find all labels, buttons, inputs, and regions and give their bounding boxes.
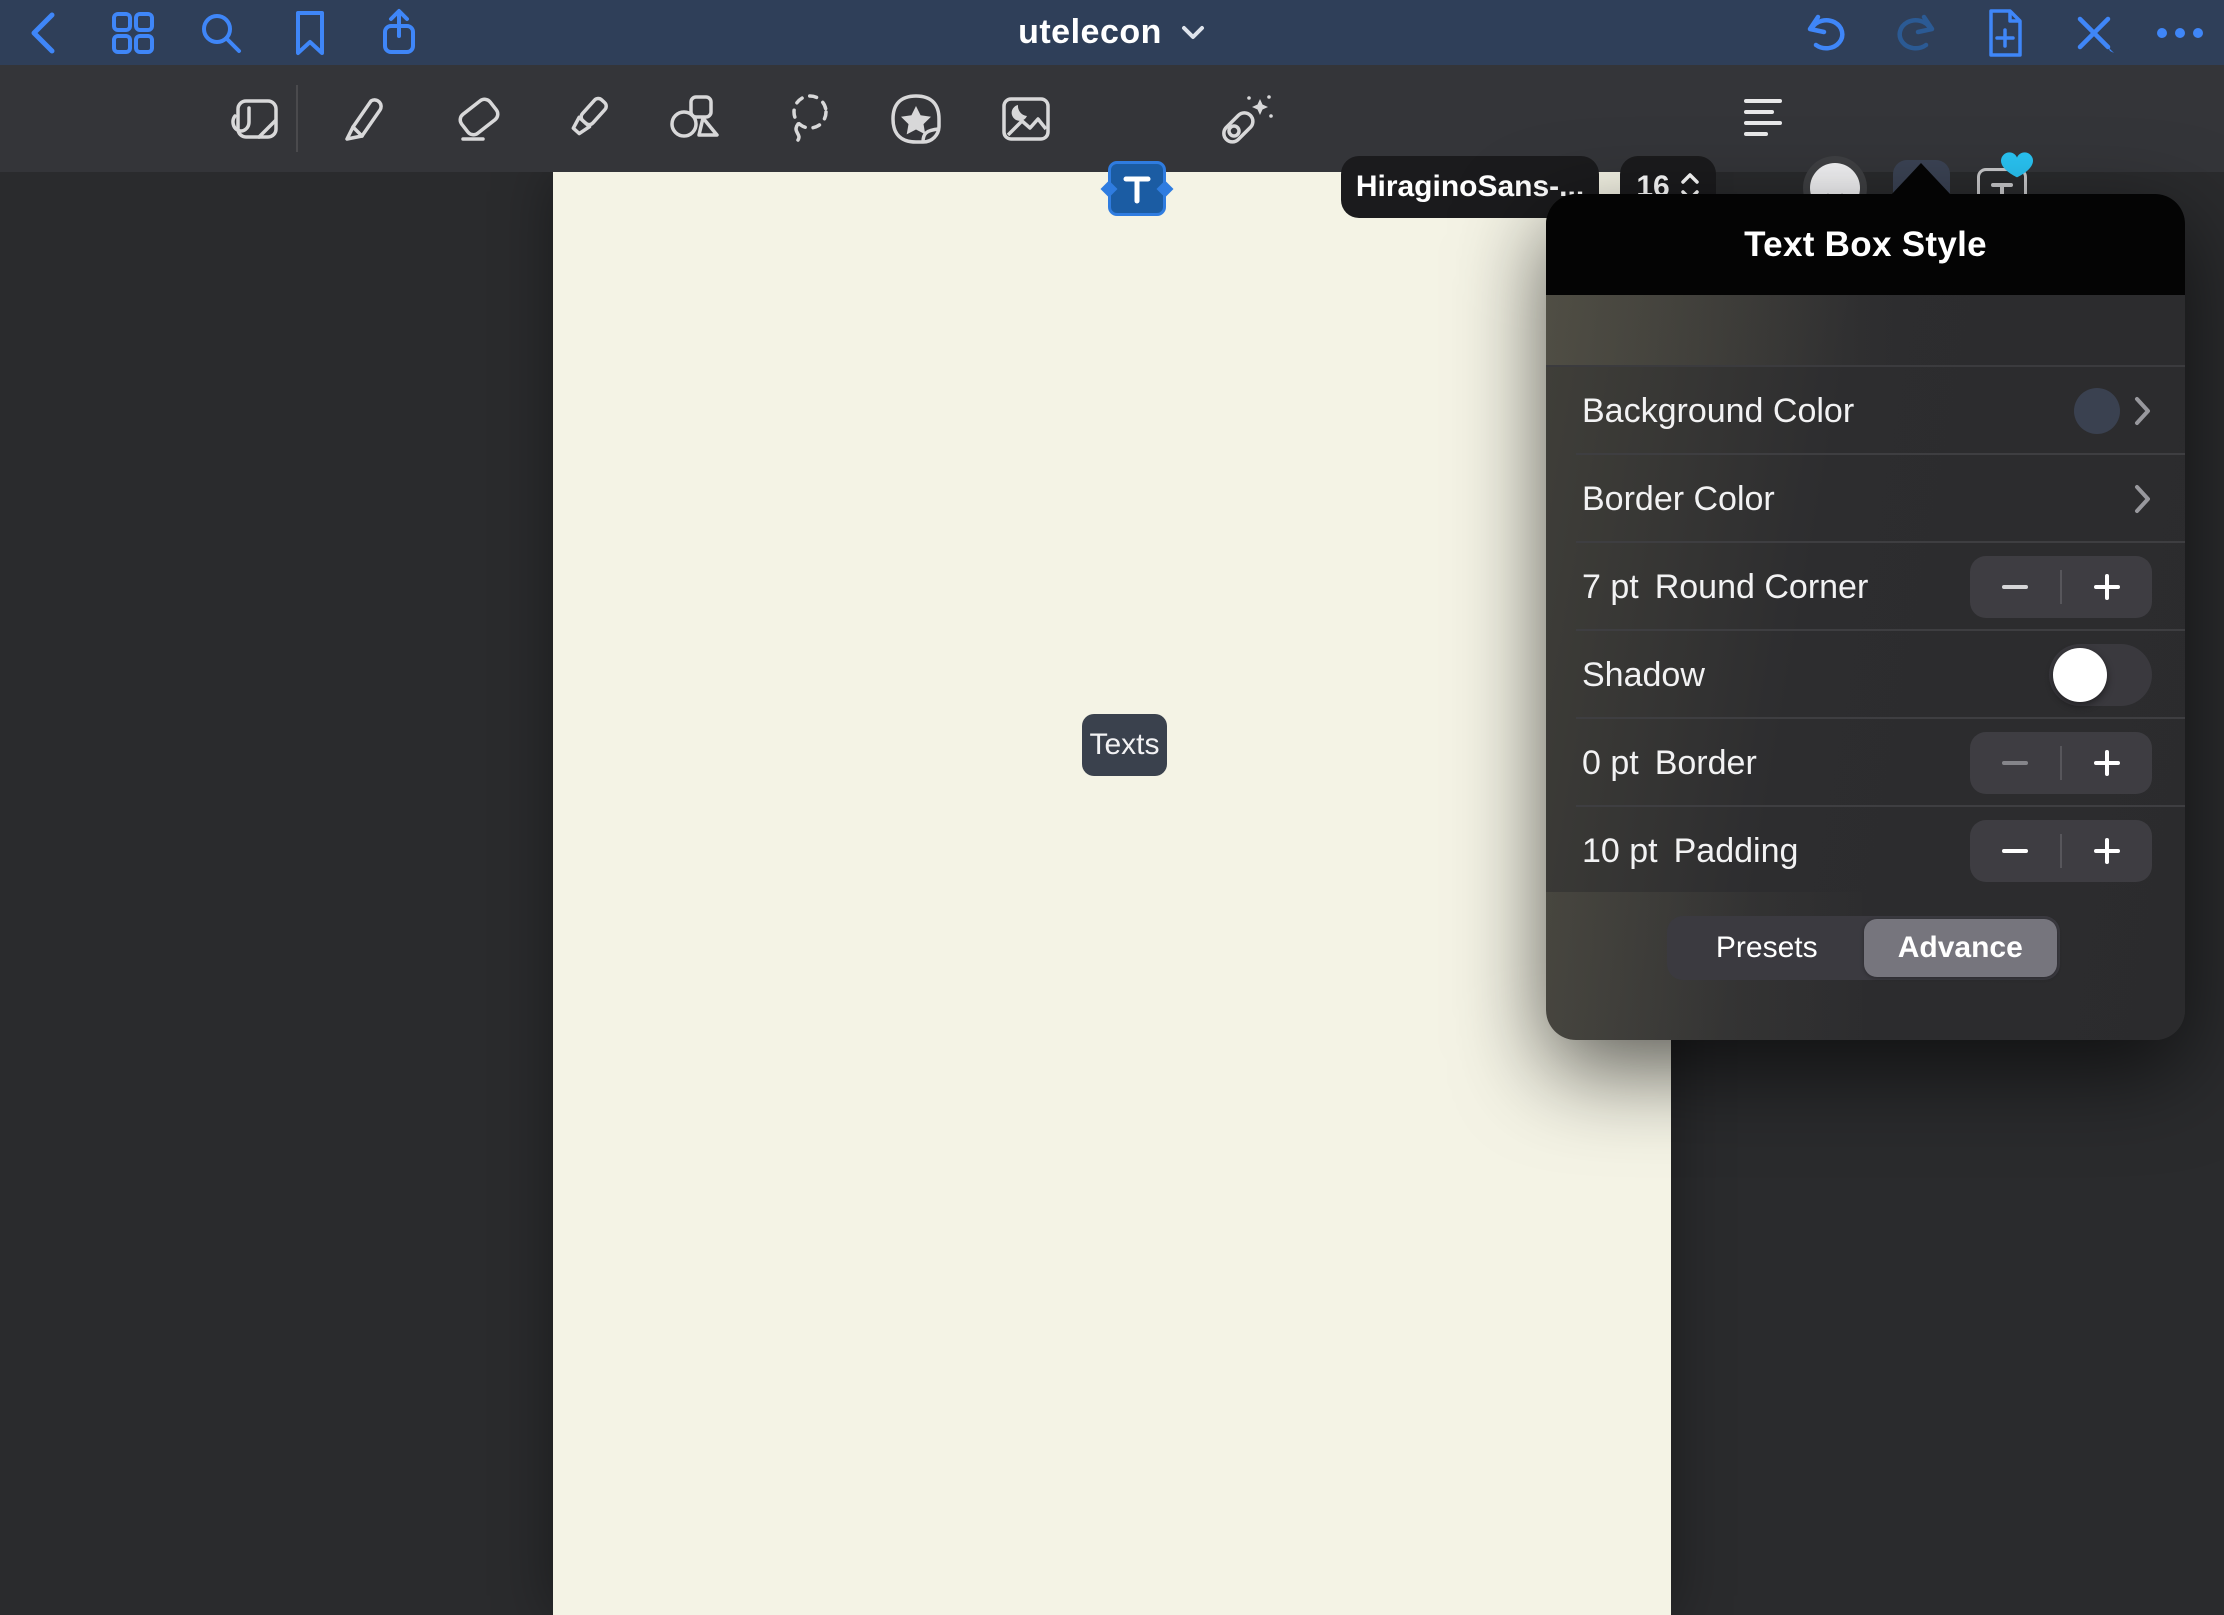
pen-cross-icon (2072, 11, 2116, 55)
style-settings-list: Background Color Border Color 7 pt (1546, 367, 2185, 895)
row-border-color[interactable]: Border Color (1546, 455, 2185, 543)
top-navigation-bar: utelecon (0, 0, 2224, 65)
text-alignment-button[interactable] (1733, 65, 1793, 172)
border-width-label: Border (1655, 744, 1757, 783)
round-corner-label: Round Corner (1655, 568, 1869, 607)
writing-aid-tool[interactable] (226, 65, 286, 172)
page-title: utelecon (1018, 13, 1162, 52)
plus-icon (2093, 749, 2121, 777)
row-shadow: Shadow (1546, 631, 2185, 719)
round-corner-plus-button[interactable] (2062, 556, 2152, 618)
presets-advance-segmented-control: Presets Advance (1667, 916, 2060, 980)
notebook-page[interactable] (553, 172, 1671, 1615)
ellipsis-icon (2156, 27, 2204, 39)
border-width-value: 0 pt (1582, 744, 1639, 783)
presets-tab[interactable]: Presets (1670, 919, 1864, 977)
text-box-object[interactable]: Texts (1082, 714, 1167, 776)
highlighter-icon (559, 91, 615, 147)
plus-icon (2093, 837, 2121, 865)
padding-minus-button[interactable] (1970, 820, 2060, 882)
popover-caret (1891, 163, 1951, 195)
add-page-icon (1985, 8, 2025, 58)
undo-button[interactable] (1802, 0, 1852, 65)
minus-icon (2002, 584, 2028, 590)
sticker-tool[interactable] (886, 65, 946, 172)
tools-toolbar: HiraginoSans-... 16 (0, 65, 2224, 172)
shadow-label: Shadow (1582, 656, 1705, 695)
padding-value: 10 pt (1582, 832, 1658, 871)
text-tool-selected[interactable] (1108, 161, 1166, 216)
border-width-stepper (1970, 732, 2152, 794)
text-box-content: Texts (1089, 728, 1159, 762)
laser-pointer-icon (1216, 90, 1274, 148)
chevron-right-icon (2134, 484, 2152, 514)
background-color-swatch (2074, 388, 2120, 434)
row-round-corner: 7 pt Round Corner (1546, 543, 2185, 631)
pen-tool[interactable] (333, 65, 393, 172)
border-width-plus-button[interactable] (2062, 732, 2152, 794)
shadow-toggle-off[interactable] (2049, 644, 2152, 706)
style-preview-band (1546, 295, 2185, 367)
round-corner-value: 7 pt (1582, 568, 1639, 607)
redo-icon (1892, 12, 1938, 54)
redo-button[interactable] (1890, 0, 1940, 65)
padding-plus-button[interactable] (2062, 820, 2152, 882)
background-color-label: Background Color (1582, 392, 1854, 431)
padding-stepper (1970, 820, 2152, 882)
text-tool-T-icon (1122, 174, 1152, 204)
stop-annotating-button[interactable] (2069, 0, 2119, 65)
row-border-width: 0 pt Border (1546, 719, 2185, 807)
minus-icon (2002, 848, 2028, 854)
favorite-heart-icon (2001, 151, 2033, 181)
more-options-button[interactable] (2152, 0, 2208, 65)
goodnotes-app: utelecon (0, 0, 2224, 1615)
popover-footer: Presets Advance (1546, 892, 2185, 1040)
shapes-tool[interactable] (666, 65, 726, 172)
popover-title: Text Box Style (1744, 225, 1987, 265)
font-family-value: HiraginoSans-... (1356, 170, 1584, 204)
highlighter-tool[interactable] (557, 65, 617, 172)
laser-pointer-tool[interactable] (1215, 65, 1275, 172)
padding-label: Padding (1674, 832, 1799, 871)
chevron-right-icon (2134, 396, 2152, 426)
eraser-tool[interactable] (446, 65, 506, 172)
toggle-knob (2053, 648, 2107, 702)
border-color-label: Border Color (1582, 480, 1775, 519)
minus-icon (2002, 760, 2028, 766)
writing-aid-icon (229, 92, 283, 146)
plus-icon (2093, 573, 2121, 601)
advance-tab-selected[interactable]: Advance (1864, 919, 2058, 977)
align-left-icon (1744, 97, 1782, 141)
round-corner-stepper (1970, 556, 2152, 618)
add-page-button[interactable] (1980, 0, 2030, 65)
row-background-color[interactable]: Background Color (1546, 367, 2185, 455)
image-tool[interactable] (996, 65, 1056, 172)
shapes-icon (667, 91, 725, 147)
row-padding: 10 pt Padding (1546, 807, 2185, 895)
eraser-icon (447, 91, 505, 147)
border-width-minus-button-disabled[interactable] (1970, 732, 2060, 794)
toolbar-divider (296, 85, 298, 152)
undo-icon (1804, 12, 1850, 54)
text-box-style-popover: Text Box Style Background Color Border C… (1546, 194, 2185, 1040)
round-corner-minus-button[interactable] (1970, 556, 2060, 618)
lasso-icon (782, 90, 838, 148)
image-icon (998, 93, 1054, 145)
lasso-tool[interactable] (780, 65, 840, 172)
popover-header: Text Box Style (1546, 194, 2185, 295)
sticker-icon (887, 92, 945, 146)
title-chevron-down-icon (1180, 24, 1206, 42)
pen-icon (335, 91, 391, 147)
